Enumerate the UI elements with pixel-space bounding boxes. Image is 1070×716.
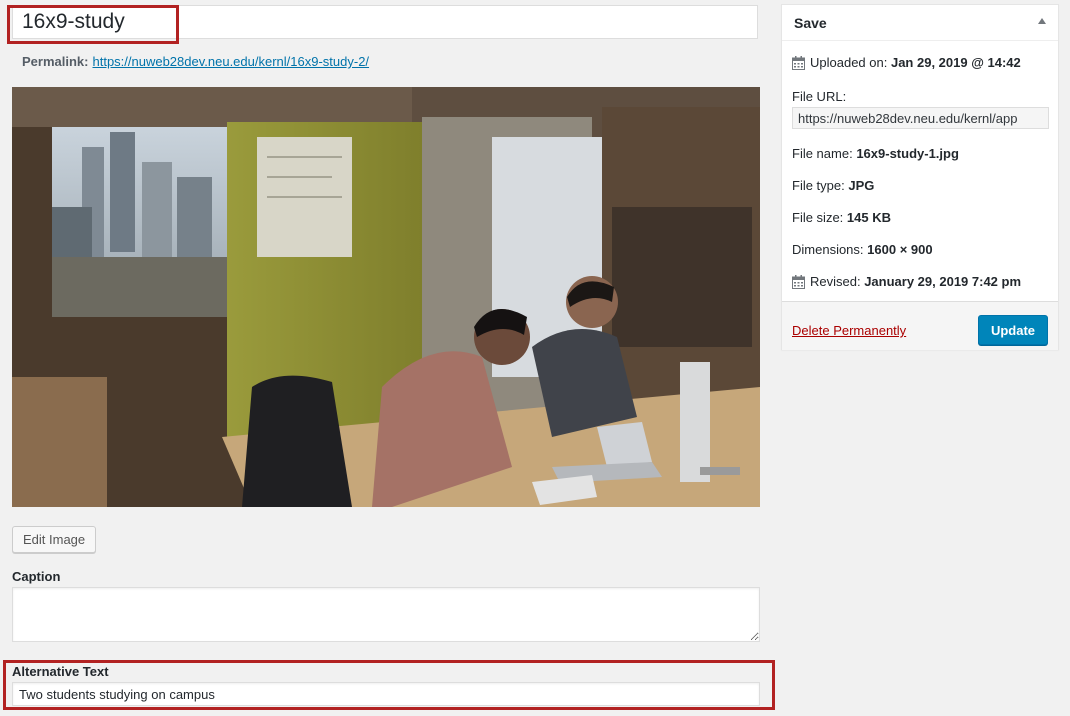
uploaded-value: Jan 29, 2019 @ 14:42	[890, 55, 1021, 70]
file-url-input[interactable]	[792, 107, 1049, 129]
file-name-value: 16x9-study-1.jpg	[856, 146, 959, 161]
revised-label: Revised:	[810, 274, 861, 289]
caption-textarea[interactable]	[12, 587, 760, 642]
save-box-footer: Delete Permanently Update	[782, 301, 1058, 350]
file-type-value: JPG	[848, 178, 875, 193]
dimensions-label: Dimensions:	[792, 242, 864, 257]
permalink-link[interactable]: https://nuweb28dev.neu.edu/kernl/16x9-st…	[92, 54, 369, 69]
file-type-label: File type:	[792, 178, 845, 193]
save-box: Save Uploaded on: Jan 29, 2019 @ 14:42 F…	[781, 4, 1059, 350]
uploaded-on-row: Uploaded on: Jan 29, 2019 @ 14:42	[792, 55, 1021, 70]
file-size-label: File size:	[792, 210, 844, 225]
save-box-title: Save	[794, 15, 827, 31]
file-url-label: File URL:	[792, 89, 847, 104]
revised-value: January 29, 2019 7:42 pm	[864, 274, 1022, 289]
revised-row: Revised: January 29, 2019 7:42 pm	[792, 274, 1021, 289]
file-type-row: File type: JPG	[792, 178, 874, 193]
calendar-icon	[792, 275, 805, 289]
study-photo	[12, 87, 760, 507]
alt-text-label: Alternative Text	[12, 664, 109, 679]
save-box-header[interactable]: Save	[782, 5, 1058, 41]
file-size-row: File size: 145 KB	[792, 210, 891, 225]
caption-label: Caption	[12, 569, 61, 584]
update-button[interactable]: Update	[977, 315, 1048, 345]
alt-text-input[interactable]	[12, 682, 760, 706]
collapse-arrow-icon[interactable]	[1038, 18, 1046, 24]
calendar-icon	[792, 56, 805, 70]
dimensions-value: 1600 × 900	[867, 242, 933, 257]
uploaded-label: Uploaded on:	[810, 55, 888, 70]
delete-permanently-link[interactable]: Delete Permanently	[792, 323, 906, 338]
dimensions-row: Dimensions: 1600 × 900	[792, 242, 933, 257]
permalink-label: Permalink:	[22, 54, 89, 69]
file-name-label: File name:	[792, 146, 853, 161]
attachment-image	[12, 87, 760, 507]
file-name-row: File name: 16x9-study-1.jpg	[792, 146, 959, 161]
permalink: Permalink: https://nuweb28dev.neu.edu/ker…	[22, 54, 369, 69]
edit-image-button[interactable]: Edit Image	[12, 526, 97, 553]
file-size-value: 145 KB	[846, 210, 891, 225]
title-input[interactable]	[12, 5, 758, 39]
